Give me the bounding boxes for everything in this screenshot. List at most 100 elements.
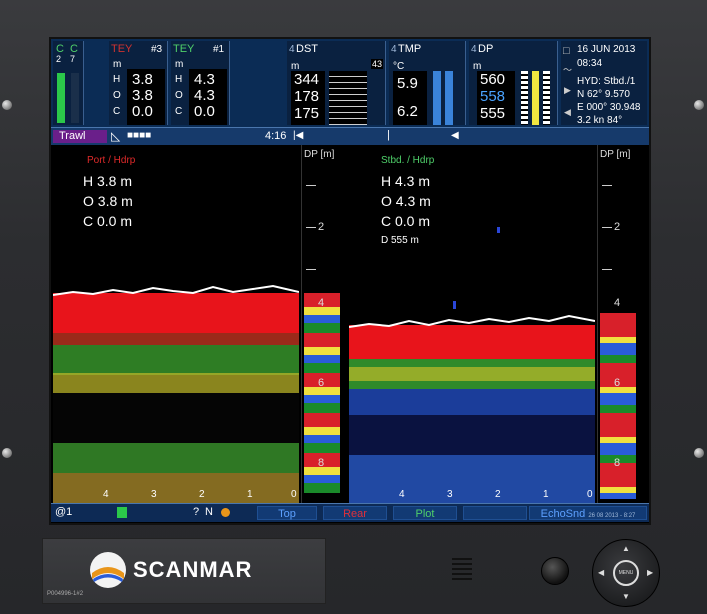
tey1-c-value: 0.0 (194, 103, 215, 120)
down-arrow-icon[interactable]: ▼ (622, 592, 630, 601)
plot-button[interactable]: Plot (393, 506, 457, 520)
rotary-knob[interactable] (541, 557, 569, 585)
dst-badge: 43 (371, 59, 384, 69)
dp-panel[interactable]: 4 DP m 560 558 555 (469, 41, 558, 125)
top-button[interactable]: Top (257, 506, 317, 520)
wave-icon[interactable]: 〜 (563, 63, 572, 76)
tmp-value-2: 6.2 (397, 103, 418, 120)
scale-tick (602, 227, 612, 228)
dp-prefix: 4 (471, 44, 477, 55)
display-screen: C C 2 7 TEY #3 m H O C 3.8 3.8 0.0 TEY #… (49, 37, 651, 525)
page-dots-icon[interactable]: ■■■■ (127, 130, 151, 141)
stbd-axis-2: 2 (495, 489, 501, 500)
back-icon[interactable]: ◀ (564, 107, 571, 118)
port-axis-2: 2 (199, 489, 205, 500)
dst-prefix: 4 (289, 44, 295, 55)
brand-plate: SCANMAR P004996-1#2 (42, 538, 326, 604)
dst-spread-graphic (329, 71, 367, 125)
port-scale-2: 2 (318, 221, 325, 233)
tey3-unit: m (113, 59, 122, 70)
dp-bar-2 (532, 71, 539, 125)
battery-panel[interactable]: C C 2 7 (53, 41, 84, 125)
status-green-icon (117, 507, 127, 518)
tey3-c-label: C (113, 106, 121, 117)
tmp-bar-1 (433, 71, 441, 125)
dst-title: DST (296, 43, 318, 55)
right-arrow-icon[interactable]: ▶ (647, 568, 653, 577)
dst-value-2: 178 (294, 88, 320, 105)
north-button[interactable]: N (205, 506, 213, 518)
stbd-c-value: C 0.0 m (381, 213, 431, 229)
navigation-pad[interactable]: ▲ ▼ ◀ ▶ MENU (592, 539, 660, 607)
port-depth-scale: DP [m] 2 4 6 8 (301, 145, 346, 503)
dst-value-1: 344 (294, 71, 320, 88)
scale-tick (306, 185, 316, 186)
scale-tick (602, 185, 612, 186)
tmp-title: TMP (398, 43, 422, 55)
dp-value-3: 555 (480, 105, 506, 122)
tey3-o-value: 3.8 (132, 87, 153, 104)
dst-panel[interactable]: 4 DST m 344 178 175 43 (287, 41, 386, 125)
alarm-dot-icon (221, 508, 230, 517)
scale-tick (602, 269, 612, 270)
echosnd-label: EchoSnd (540, 508, 586, 520)
up-arrow-icon[interactable]: ▲ (622, 544, 630, 553)
stbd-o-value: O 4.3 m (381, 193, 431, 209)
stbd-axis-4: 4 (399, 489, 405, 500)
dp-title: DP (478, 43, 494, 55)
scale-tick (306, 269, 316, 270)
battery-2-value: 7 (70, 54, 76, 64)
tey3-panel[interactable]: TEY #3 m H O C 3.8 3.8 0.0 (109, 41, 168, 125)
stbd-scale-2: 2 (614, 221, 621, 233)
battery-2-gauge (71, 73, 79, 123)
tmp-prefix: 4 (391, 44, 397, 55)
square-icon[interactable]: □ (563, 45, 570, 57)
stbd-echogram[interactable]: Stbd. / Hdrp H 4.3 m O 4.3 m C 0.0 m D 5… (348, 145, 596, 503)
port-c-value: C 0.0 m (83, 213, 133, 229)
dp-value-1: 560 (480, 71, 506, 88)
tey1-o-value: 4.3 (194, 87, 215, 104)
tey1-unit: m (175, 59, 184, 70)
tmp-value-1: 5.9 (397, 75, 418, 92)
menu-button[interactable]: MENU (613, 560, 639, 586)
dst-value-3: 175 (294, 105, 320, 122)
help-button[interactable]: ? (193, 506, 199, 518)
port-echogram[interactable]: Port / Hdrp H 3.8 m O 3.8 m C 0.0 m 4 3 … (52, 145, 300, 503)
info-panel: □ 〜 ▶ ◀ 16 JUN 2013 08:34 HYD: Stbd./1 N… (561, 41, 647, 126)
scale-tick (306, 227, 316, 228)
scanmar-logo-icon (90, 552, 126, 588)
trawl-shape-icon[interactable]: ◺ (111, 129, 120, 143)
speed-heading-text: 3.2 kn 84° (577, 115, 623, 126)
stbd-h-value: H 4.3 m (381, 173, 431, 189)
tey3-number: #3 (151, 44, 163, 55)
stbd-axis-1: 1 (543, 489, 549, 500)
dp-bar-3 (543, 71, 550, 125)
rear-button[interactable]: Rear (323, 506, 387, 520)
hyd-text: HYD: Stbd./1 (577, 76, 636, 87)
tey3-c-value: 0.0 (132, 103, 153, 120)
bottom-toolbar: @1 ? N Top Rear Plot EchoSnd 26 08 2013 … (51, 503, 649, 522)
left-arrow-icon[interactable]: ◀ (598, 568, 604, 577)
time-text: 08:34 (577, 58, 603, 69)
battery-1-gauge (57, 73, 65, 123)
screw-icon (694, 448, 704, 458)
stbd-profile-bars (600, 313, 636, 499)
blank-button[interactable] (463, 506, 527, 520)
port-o-value: O 3.8 m (83, 193, 133, 209)
play-icon[interactable]: ▶ (564, 85, 571, 96)
echosnd-button[interactable]: EchoSnd 26 08 2013 - 8:27 (529, 506, 647, 520)
stbd-axis-3: 3 (447, 489, 453, 500)
right-arrow-icon[interactable]: ◀ (451, 130, 459, 141)
center-marker-icon: | (387, 129, 390, 141)
tmp-panel[interactable]: 4 TMP °C 5.9 6.2 (389, 41, 466, 125)
port-axis-0: 0 (291, 489, 297, 500)
stbd-axis-0: 0 (587, 489, 593, 500)
screw-icon (2, 448, 12, 458)
tey3-o-label: O (113, 90, 121, 101)
trawl-button[interactable]: Trawl (53, 130, 107, 143)
left-arrow-icon[interactable]: |◀ (293, 130, 303, 141)
trawl-bar: Trawl ◺ ■■■■ 4:16 |◀ | ◀ (51, 127, 649, 145)
tey1-number: #1 (213, 44, 225, 55)
page-indicator[interactable]: @1 (55, 506, 72, 518)
tey1-panel[interactable]: TEY #1 m H O C 4.3 4.3 0.0 (171, 41, 230, 125)
